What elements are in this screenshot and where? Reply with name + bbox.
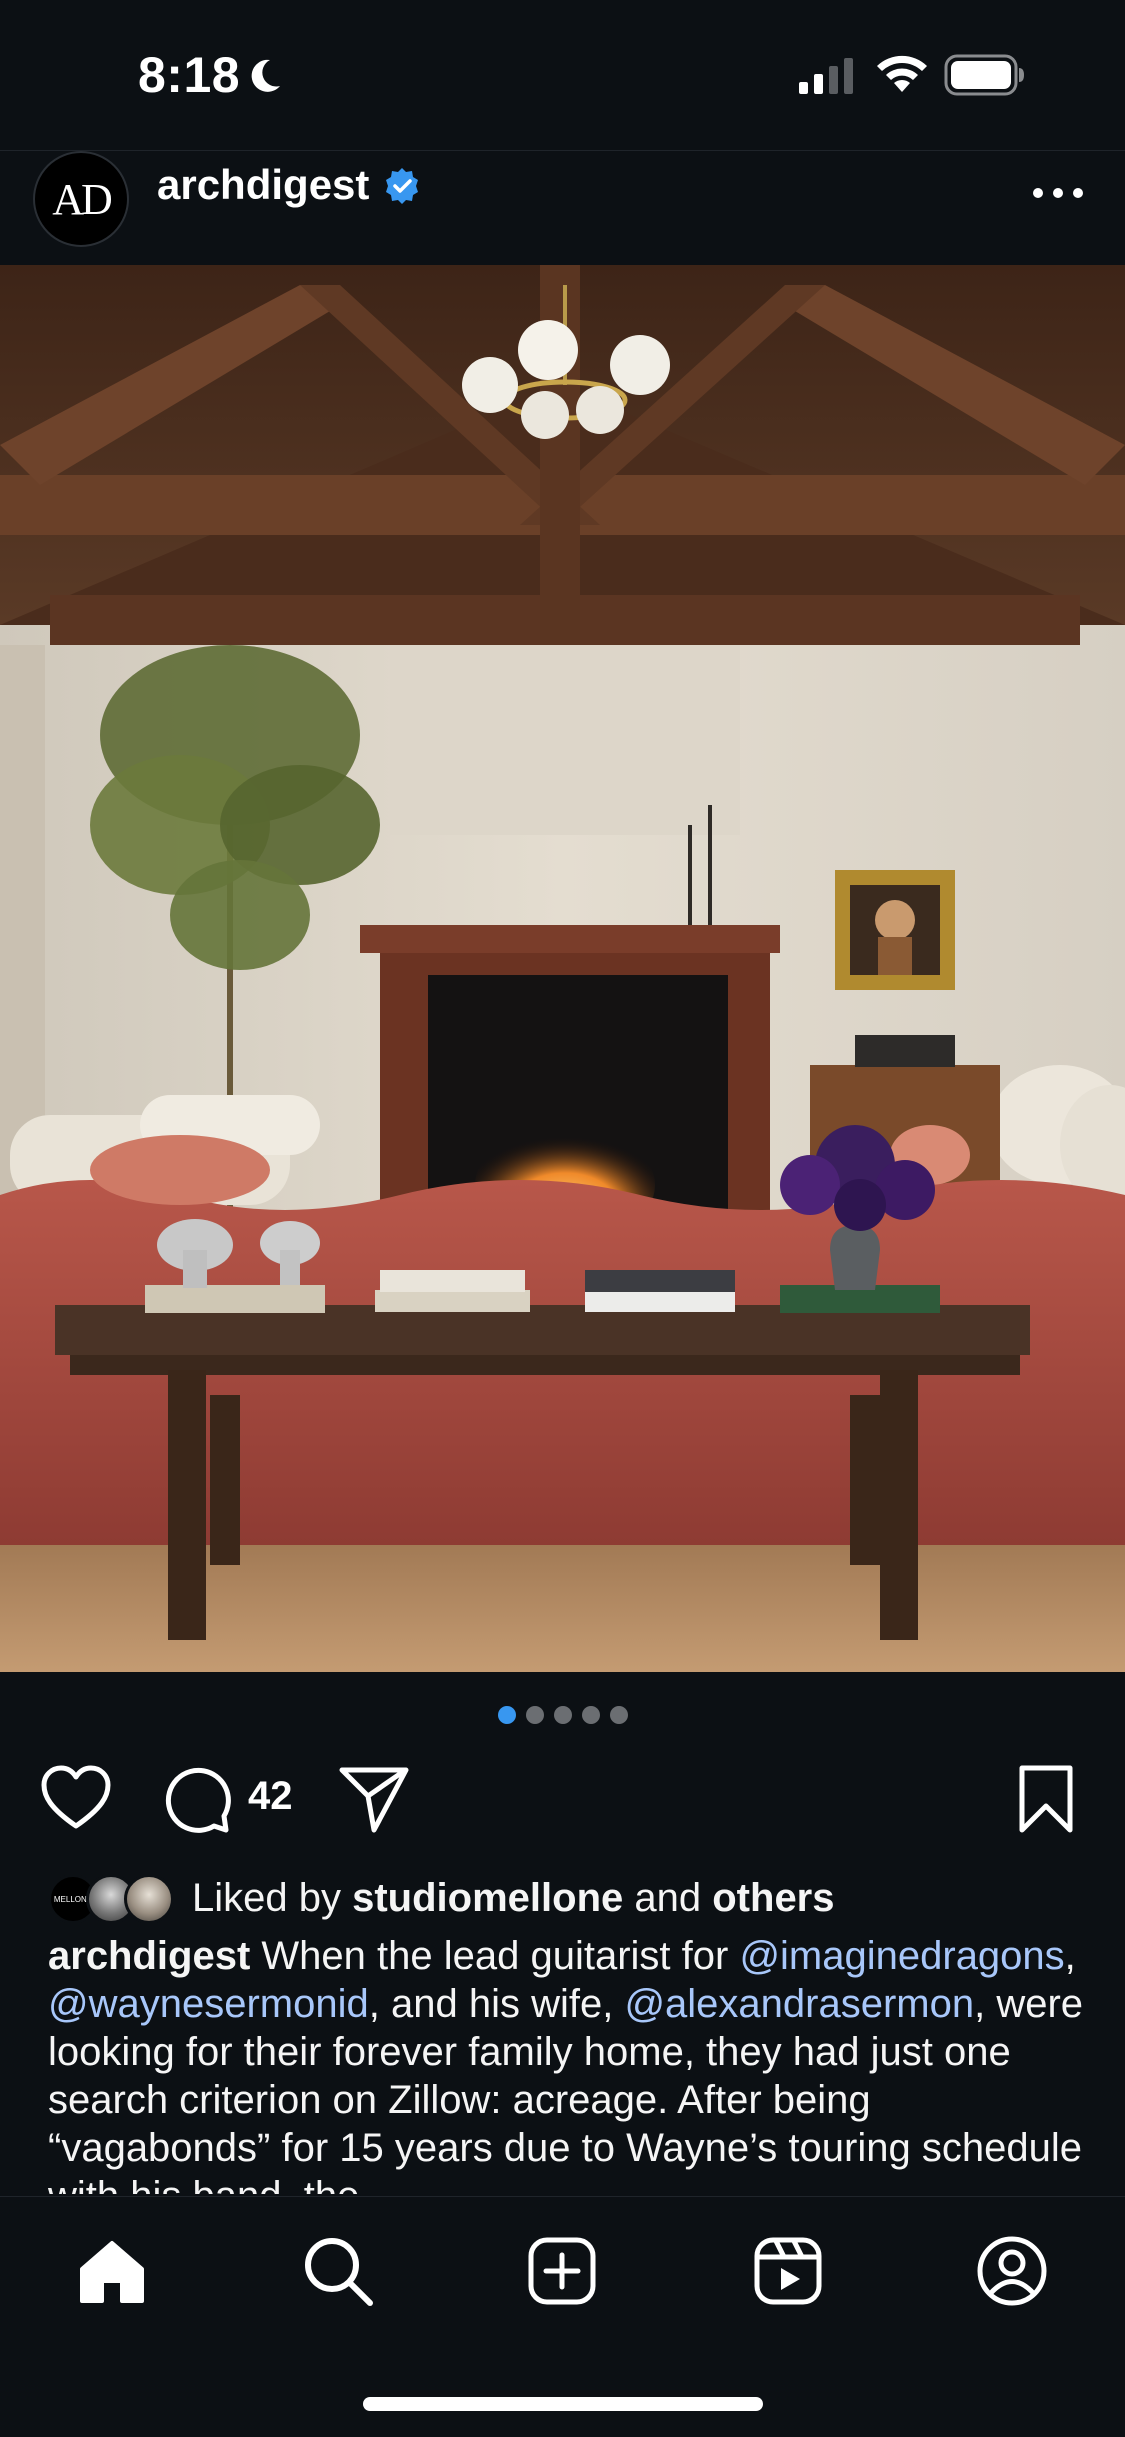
mention-link[interactable]: @imaginedragons	[739, 1934, 1064, 1978]
caption-username[interactable]: archdigest	[48, 1934, 250, 1978]
caption-text: , and his wife,	[368, 1982, 625, 2026]
post-header: AD archdigest	[0, 150, 1125, 266]
moon-icon	[251, 59, 280, 92]
wifi-icon	[877, 55, 927, 92]
living-room-photo	[0, 265, 1125, 1672]
mention-link[interactable]: @alexandrasermon	[624, 1982, 974, 2026]
liked-by-user[interactable]: studiomellone	[352, 1876, 623, 1920]
send-icon[interactable]	[338, 1764, 410, 1834]
liked-by-row[interactable]: MELLONE Liked by studiomellone and other…	[48, 1870, 1108, 1930]
cellular-signal-icon	[799, 58, 853, 94]
post-actions: 42	[0, 1760, 1125, 1840]
heart-icon[interactable]	[40, 1764, 112, 1832]
liked-by-others[interactable]: others	[712, 1876, 834, 1920]
battery-icon	[944, 54, 1024, 96]
caption-text: When the lead guitarist for	[250, 1934, 740, 1978]
post-image[interactable]	[0, 265, 1125, 1672]
status-time: 8:18	[138, 47, 241, 103]
comment-icon[interactable]	[162, 1764, 232, 1834]
account-avatar[interactable]: AD	[33, 151, 129, 247]
mention-link[interactable]: @waynesermonid	[48, 1982, 369, 2026]
home-icon[interactable]	[76, 2235, 148, 2307]
caption-text: ,	[1064, 1934, 1076, 1978]
reels-icon[interactable]	[752, 2235, 824, 2307]
post-caption: archdigest When the lead guitarist for @…	[48, 1932, 1088, 2194]
carousel-dot-2	[525, 1706, 544, 1724]
carousel-dot-5	[609, 1706, 628, 1724]
carousel-indicator	[0, 1706, 1125, 1728]
liked-by-conjunction: and	[634, 1876, 702, 1920]
carousel-dot-4	[581, 1706, 600, 1724]
liker-avatar	[124, 1874, 174, 1924]
more-options-icon[interactable]	[1030, 183, 1086, 203]
search-icon[interactable]	[302, 2235, 374, 2307]
bookmark-icon[interactable]	[1016, 1764, 1076, 1834]
carousel-dot-3	[553, 1706, 572, 1724]
status-bar: 8:18	[0, 0, 1125, 150]
comment-count[interactable]: 42	[248, 1774, 293, 1819]
post-username[interactable]: archdigest	[157, 161, 369, 209]
carousel-dot-1	[497, 1706, 516, 1724]
liked-by-prefix: Liked by	[192, 1876, 341, 1920]
liked-by-text: Liked by studiomellone and others	[192, 1876, 835, 1921]
profile-icon[interactable]	[976, 2235, 1048, 2307]
home-indicator[interactable]	[363, 2397, 763, 2411]
verified-badge-icon	[386, 168, 418, 204]
create-post-icon[interactable]	[526, 2235, 598, 2307]
